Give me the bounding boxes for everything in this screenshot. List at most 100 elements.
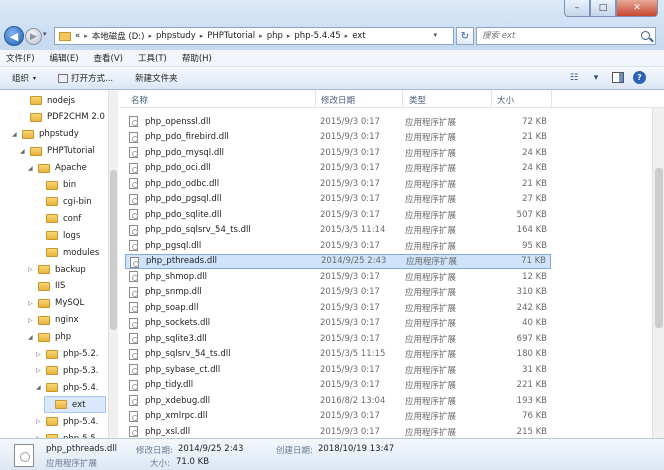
tree-expander-icon[interactable]: ▷	[36, 367, 44, 374]
file-row[interactable]: php_sqlite3.dll 2015/9/3 0:17 应用程序扩展 697 KB	[125, 331, 551, 347]
nav-tree-item[interactable]: logs	[36, 227, 80, 244]
search-input[interactable]	[482, 31, 632, 41]
nav-tree-item[interactable]: ◢ php-5.4.	[36, 379, 98, 396]
breadcrumb-separator[interactable]: ▸	[148, 32, 152, 40]
nav-tree-item[interactable]: ▷ MySQL	[28, 295, 84, 312]
file-row[interactable]: php_pdo_firebird.dll 2015/9/3 0:17 应用程序扩展 2…	[125, 130, 551, 146]
address-bar[interactable]: « ▸ 本地磁盘 (D:) ▸ phpstudy ▸ PHPTutorial ▸…	[54, 27, 454, 45]
breadcrumb-drive[interactable]: 本地磁盘 (D:)	[92, 30, 145, 42]
file-row[interactable]: php_shmop.dll 2015/9/3 0:17 应用程序扩展 12 KB	[125, 269, 551, 285]
open-with-button[interactable]: 打开方式...	[58, 72, 113, 84]
nav-tree-item[interactable]: bin	[36, 177, 76, 194]
file-row[interactable]: php_pdo_sqlite.dll 2015/9/3 0:17 应用程序扩展 507…	[125, 207, 551, 223]
nav-tree-item[interactable]: ◢ Apache	[28, 160, 87, 177]
refresh-button[interactable]: ↻	[456, 27, 474, 45]
nav-tree-item[interactable]: nodejs	[20, 92, 75, 109]
tree-expander-icon[interactable]: ◢	[20, 148, 28, 155]
breadcrumb-separator[interactable]: ▸	[259, 32, 263, 40]
tree-expander-icon[interactable]: ◢	[28, 165, 36, 172]
file-row[interactable]: php_sybase_ct.dll 2015/9/3 0:17 应用程序扩展 31 K…	[125, 362, 551, 378]
file-row[interactable]: php_pthreads.dll 2014/9/25 2:43 应用程序扩展 71 K…	[125, 253, 551, 269]
nav-tree-item[interactable]: ▷php-5.5.	[36, 430, 98, 438]
search-icon[interactable]	[641, 31, 650, 40]
navigation-scroll-thumb[interactable]	[110, 170, 117, 330]
nav-tree-item[interactable]: ▷ php-5.2.	[36, 346, 98, 363]
file-list-scrollbar[interactable]	[652, 108, 664, 438]
nav-tree-item[interactable]: ▷ backup	[28, 261, 86, 278]
file-row[interactable]: php_pdo_odbc.dll 2015/9/3 0:17 应用程序扩展 21 KB	[125, 176, 551, 192]
column-divider[interactable]	[315, 90, 316, 107]
file-row[interactable]: php_sockets.dll 2015/9/3 0:17 应用程序扩展 40 KB	[125, 316, 551, 332]
tree-expander-icon[interactable]: ◢	[36, 384, 44, 391]
tree-expander-icon[interactable]: ▷	[36, 351, 44, 358]
file-row[interactable]: php_pgsql.dll 2015/9/3 0:17 应用程序扩展 95 KB	[125, 238, 551, 254]
menu-edit[interactable]: 编辑(E)	[50, 52, 79, 64]
close-button[interactable]: ✕	[616, 0, 658, 17]
column-divider[interactable]	[402, 90, 403, 107]
tree-expander-icon[interactable]: ▷	[28, 266, 36, 273]
view-options-dropdown[interactable]: ▾	[589, 71, 603, 84]
maximize-button[interactable]: □	[590, 0, 616, 17]
nav-tree-item[interactable]: PDF2CHM 2.0	[20, 109, 105, 126]
breadcrumb-php[interactable]: php	[267, 31, 283, 41]
minimize-button[interactable]: –	[564, 0, 590, 17]
search-box[interactable]	[476, 27, 656, 45]
menu-file[interactable]: 文件(F)	[6, 52, 35, 64]
breadcrumb-phptutorial[interactable]: PHPTutorial	[207, 31, 255, 41]
column-header-size[interactable]: 大小	[497, 94, 514, 106]
recent-pages-dropdown[interactable]: ▾	[43, 30, 47, 38]
breadcrumb-separator[interactable]: ▸	[287, 32, 291, 40]
file-row[interactable]: php_xmlrpc.dll 2015/9/3 0:17 应用程序扩展 76 KB	[125, 409, 551, 425]
column-header-name[interactable]: 名称	[131, 94, 148, 106]
tree-expander-icon[interactable]: ▷	[28, 317, 36, 324]
file-row[interactable]: php_pdo_oci.dll 2015/9/3 0:17 应用程序扩展 24 KB	[125, 161, 551, 177]
breadcrumb-php-5-4-45[interactable]: php-5.4.45	[294, 31, 340, 41]
tree-expander-icon[interactable]: ◢	[28, 334, 36, 341]
breadcrumb-ext[interactable]: ext	[352, 31, 365, 41]
tree-expander-icon[interactable]: ◢	[12, 131, 20, 138]
column-divider[interactable]	[491, 90, 492, 107]
nav-tree-item[interactable]: ▷ php-5.3.	[36, 362, 98, 379]
nav-tree-item[interactable]: ▷ nginx	[28, 312, 79, 329]
file-row[interactable]: php_pdo_sqlsrv_54_ts.dll 2015/3/5 11:14 应用…	[125, 223, 551, 239]
nav-tree-item[interactable]: ▷ php-5.4.	[36, 413, 98, 430]
column-header-date[interactable]: 修改日期	[321, 94, 355, 106]
nav-tree-item[interactable]: IIS	[28, 278, 65, 295]
file-list-scroll-thumb[interactable]	[655, 168, 663, 328]
file-row[interactable]: php_pdo_pgsql.dll 2015/9/3 0:17 应用程序扩展 27 K…	[125, 192, 551, 208]
file-row[interactable]: php_soap.dll 2015/9/3 0:17 应用程序扩展 242 KB	[125, 300, 551, 316]
address-dropdown-icon[interactable]: ▾	[433, 31, 437, 39]
breadcrumb-phpstudy[interactable]: phpstudy	[156, 31, 196, 41]
menu-tools[interactable]: 工具(T)	[138, 52, 167, 64]
column-header-type[interactable]: 类型	[409, 94, 426, 106]
file-row[interactable]: php_xdebug.dll 2016/8/2 13:04 应用程序扩展 193 KB	[125, 393, 551, 409]
menu-help[interactable]: 帮助(H)	[182, 52, 212, 64]
back-button[interactable]: ◀	[4, 26, 24, 46]
navigation-scrollbar[interactable]	[108, 90, 118, 438]
change-view-button[interactable]: ☷	[567, 71, 581, 84]
menu-view[interactable]: 查看(V)	[94, 52, 123, 64]
tree-expander-icon[interactable]: ▷	[36, 418, 44, 425]
breadcrumb-separator[interactable]: ▸	[200, 32, 204, 40]
file-row[interactable]: php_openssl.dll 2015/9/3 0:17 应用程序扩展 72 KB	[125, 114, 551, 130]
organize-button[interactable]: 组织 ▾	[12, 72, 36, 84]
preview-pane-button[interactable]	[611, 71, 625, 84]
new-folder-button[interactable]: 新建文件夹	[135, 72, 178, 84]
nav-tree-item[interactable]: conf	[36, 210, 81, 227]
help-icon[interactable]: ?	[633, 71, 646, 84]
nav-tree-item[interactable]: ◢ php	[28, 329, 71, 346]
breadcrumb-overflow[interactable]: «	[75, 31, 80, 41]
nav-tree-item[interactable]: ◢ PHPTutorial	[20, 143, 95, 160]
breadcrumb-separator[interactable]: ▸	[345, 32, 349, 40]
file-row[interactable]: php_pdo_mysql.dll 2015/9/3 0:17 应用程序扩展 24 K…	[125, 145, 551, 161]
file-row[interactable]: php_xsl.dll 2015/9/3 0:17 应用程序扩展 215 KB	[125, 424, 551, 438]
file-row[interactable]: php_snmp.dll 2015/9/3 0:17 应用程序扩展 310 KB	[125, 285, 551, 301]
nav-tree-item[interactable]: ext	[44, 396, 106, 414]
nav-tree-item[interactable]: ◢ phpstudy	[12, 126, 79, 143]
forward-button[interactable]: ▶	[25, 28, 42, 45]
file-row[interactable]: php_sqlsrv_54_ts.dll 2015/3/5 11:15 应用程序扩展…	[125, 347, 551, 363]
column-divider[interactable]	[551, 90, 552, 107]
nav-tree-item[interactable]: cgi-bin	[36, 193, 92, 210]
file-row[interactable]: php_tidy.dll 2015/9/3 0:17 应用程序扩展 221 KB	[125, 378, 551, 394]
nav-tree-item[interactable]: modules	[36, 244, 99, 261]
